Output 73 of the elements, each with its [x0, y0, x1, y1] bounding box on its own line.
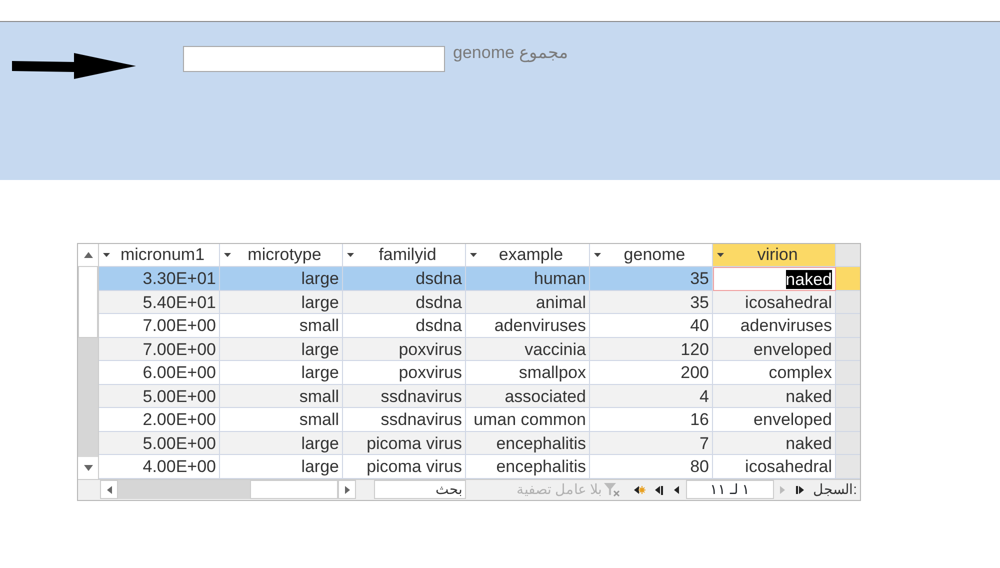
dropdown-caret-icon [224, 253, 231, 257]
record-selector[interactable] [836, 314, 860, 338]
select-all-corner[interactable] [836, 244, 860, 267]
scroll-thumb[interactable] [250, 480, 338, 499]
table-cell: 35 [590, 267, 713, 290]
record-number-field[interactable]: ١ لـ ١١ [686, 480, 774, 499]
table-cell: large [220, 338, 343, 361]
table-cell: 5.40E+01 [99, 290, 220, 314]
first-record-icon [796, 484, 806, 494]
table-cell: large [220, 290, 343, 314]
table-cell: 4 [590, 384, 713, 408]
horizontal-scrollbar[interactable] [118, 480, 338, 499]
table-cell: 7 [590, 432, 713, 455]
new-record-icon [634, 484, 646, 494]
scroll-thumb[interactable] [78, 266, 98, 338]
scroll-right-button[interactable] [338, 480, 356, 499]
column-header[interactable]: familyid [343, 244, 466, 267]
table-cell: 35 [590, 290, 713, 314]
left-arrow-icon [106, 486, 112, 494]
filter-icon [604, 482, 620, 496]
table-cell: animal [466, 290, 590, 314]
search-field[interactable]: بحث [374, 480, 466, 499]
table-cell: small [220, 384, 343, 408]
genome-total-field[interactable] [183, 46, 445, 72]
column-header[interactable]: example [466, 244, 590, 267]
record-selector[interactable] [836, 455, 860, 478]
table-cell: 7.00E+00 [99, 338, 220, 361]
dropdown-caret-icon [470, 253, 477, 257]
scroll-left-button[interactable] [100, 480, 118, 499]
table-cell: associated [466, 384, 590, 408]
table-cell: 5.00E+00 [99, 384, 220, 408]
table-cell: dsdna [343, 290, 466, 314]
dropdown-caret-icon [103, 253, 110, 257]
right-arrow-icon [344, 486, 350, 494]
dropdown-caret-icon [594, 253, 601, 257]
record-selector[interactable] [836, 384, 860, 408]
table-cell: naked [713, 384, 836, 408]
column-header[interactable]: virion [713, 244, 836, 267]
up-arrow-icon [84, 252, 92, 258]
dropdown-caret-icon [347, 253, 354, 257]
dropdown-caret-icon [717, 253, 724, 257]
table-cell: vaccinia [466, 338, 590, 361]
table-cell: picoma virus [343, 432, 466, 455]
last-record-icon [654, 484, 664, 494]
genome-total-label: مجموع genome [453, 42, 568, 64]
record-selector[interactable] [836, 290, 860, 314]
table-cell: large [220, 432, 343, 455]
column-header[interactable]: genome [590, 244, 713, 267]
record-selector[interactable] [836, 432, 860, 455]
filter-status: بلا عامل تصفية [516, 480, 602, 499]
column-header[interactable]: micronum1 [99, 244, 220, 267]
table-cell: human [466, 267, 590, 290]
down-arrow-icon [84, 464, 92, 470]
record-selector[interactable] [836, 361, 860, 384]
table-cell: dsdna [343, 267, 466, 290]
table-cell: poxvirus [343, 338, 466, 361]
record-label: السجل: [812, 480, 858, 499]
table-cell: 5.00E+00 [99, 432, 220, 455]
arrow-icon [12, 53, 136, 81]
table-cell: naked [713, 432, 836, 455]
table-cell: large [220, 267, 343, 290]
table-cell: 3.30E+01 [99, 267, 220, 290]
vertical-scrollbar[interactable] [78, 266, 98, 456]
table-cell: enveloped [713, 338, 836, 361]
record-selector[interactable] [836, 267, 860, 290]
table-cell: encephalitis [466, 432, 590, 455]
column-header[interactable]: microtype [220, 244, 343, 267]
record-selector[interactable] [836, 338, 860, 361]
table-cell: ssdnavirus [343, 384, 466, 408]
record-selector[interactable] [836, 408, 860, 432]
table-cell: icosahedral [713, 290, 836, 314]
table-cell: 120 [590, 338, 713, 361]
editing-cell[interactable]: naked [713, 267, 836, 290]
